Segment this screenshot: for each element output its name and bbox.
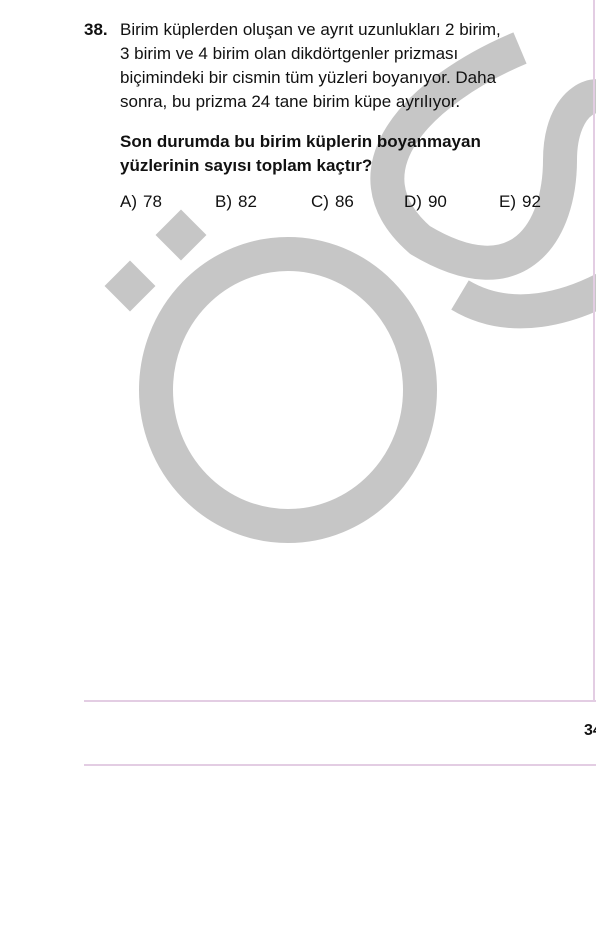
option-letter: D) xyxy=(404,192,422,211)
question-stem-line: sonra, bu prizma 24 tane birim küpe ayrı… xyxy=(120,92,461,111)
option-c[interactable]: C) 86 xyxy=(311,190,354,214)
question-stem-line: 3 birim ve 4 birim olan dikdörtgenler pr… xyxy=(120,44,459,63)
question-stem-line: Birim küplerden oluşan ve ayrıt uzunlukl… xyxy=(120,20,501,39)
answer-options: A) 78 B) 82 C) 86 D) 90 E) 92 xyxy=(120,190,554,214)
page-number: 34 xyxy=(584,722,596,739)
option-value: 92 xyxy=(522,192,541,211)
question-stem-line: biçimindeki bir cismin tüm yüzleri boyan… xyxy=(120,68,497,87)
question-prompt-line: Son durumda bu birim küplerin boyanmayan xyxy=(120,132,481,151)
question-stem: Birim küplerden oluşan ve ayrıt uzunlukl… xyxy=(120,18,554,114)
question-number: 38. xyxy=(84,20,108,39)
option-d[interactable]: D) 90 xyxy=(404,190,447,214)
option-e[interactable]: E) 92 xyxy=(499,190,541,214)
question-38: 38. Birim küplerden oluşan ve ayrıt uzun… xyxy=(84,18,554,214)
watermark-umlaut-dot-right xyxy=(155,209,207,261)
page-divider-bottom xyxy=(84,764,596,766)
option-value: 82 xyxy=(238,192,257,211)
option-value: 86 xyxy=(334,192,354,211)
option-value: 78 xyxy=(143,192,162,211)
option-letter: A) xyxy=(120,192,137,211)
page-divider-top xyxy=(84,700,596,702)
option-a[interactable]: A) 78 xyxy=(120,190,162,214)
page-border-right xyxy=(593,0,595,702)
option-letter: B) xyxy=(215,192,232,211)
question-body: Birim küplerden oluşan ve ayrıt uzunlukl… xyxy=(120,18,554,214)
option-b[interactable]: B) 82 xyxy=(215,190,257,214)
watermark-letter-s-tail xyxy=(451,273,596,329)
watermark-umlaut-dot-left xyxy=(104,260,156,312)
option-letter: E) xyxy=(499,192,516,211)
question-prompt-line: yüzlerinin sayısı toplam kaçtır? xyxy=(120,156,373,175)
option-letter: C) xyxy=(311,192,329,211)
option-value: 90 xyxy=(427,192,447,211)
question-prompt: Son durumda bu birim küplerin boyanmayan… xyxy=(120,130,554,178)
watermark-letter-o xyxy=(139,237,437,543)
